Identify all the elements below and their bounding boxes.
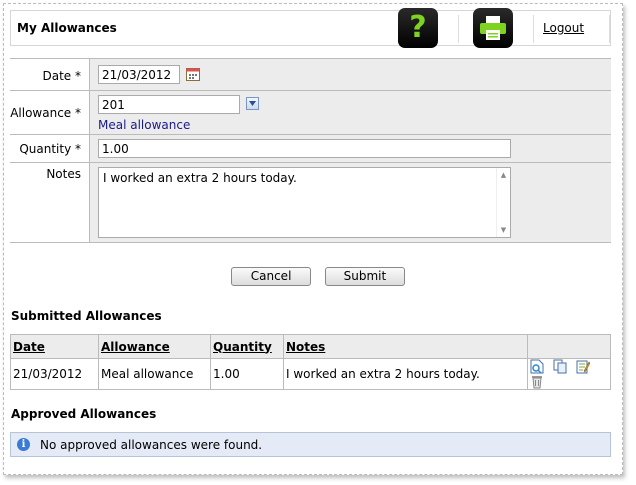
notes-textarea[interactable]: I worked an extra 2 hours today. ▲ ▼ — [98, 167, 511, 238]
help-question-icon: ? — [409, 10, 427, 45]
date-label: Date * — [10, 59, 90, 90]
notes-field-cell: I worked an extra 2 hours today. ▲ ▼ — [90, 163, 611, 242]
view-icon[interactable] — [530, 359, 544, 374]
cell-quantity: 1.00 — [210, 358, 284, 390]
chevron-down-icon — [249, 101, 256, 106]
cell-notes: I worked an extra 2 hours today. — [283, 358, 528, 390]
cell-allowance: Meal allowance — [98, 358, 211, 390]
header-divider — [533, 15, 534, 43]
column-header-quantity[interactable]: Quantity — [210, 334, 284, 359]
no-approved-message: i No approved allowances were found. — [10, 432, 611, 457]
notes-row: Notes I worked an extra 2 hours today. ▲… — [10, 163, 611, 243]
quantity-input[interactable] — [98, 139, 511, 158]
date-field-cell — [90, 59, 611, 90]
header-divider — [609, 15, 610, 43]
allowance-name-link[interactable]: Meal allowance — [98, 118, 190, 132]
form-buttons: Cancel Submit — [0, 267, 636, 286]
page-title: My Allowances — [17, 21, 117, 35]
column-header-actions — [527, 334, 611, 359]
date-row: Date * — [10, 59, 611, 91]
column-header-date[interactable]: Date — [10, 334, 99, 359]
submit-button[interactable]: Submit — [324, 267, 405, 286]
allowance-input[interactable] — [98, 95, 240, 114]
date-input[interactable] — [98, 65, 180, 84]
quantity-row: Quantity * — [10, 135, 611, 163]
quantity-field-cell — [90, 135, 611, 162]
allowance-field-cell: Meal allowance — [90, 91, 611, 134]
info-icon: i — [17, 438, 30, 451]
quantity-label: Quantity * — [10, 135, 90, 162]
allowance-row: Allowance * Meal allowance — [10, 91, 611, 135]
allowance-dropdown-button[interactable] — [246, 97, 259, 110]
allowance-form: Date * Allowance * Meal allowance Quanti… — [10, 58, 611, 243]
cell-date: 21/03/2012 — [10, 358, 99, 390]
notes-label: Notes — [10, 163, 90, 242]
notes-text: I worked an extra 2 hours today. — [103, 171, 297, 185]
edit-icon[interactable] — [576, 359, 590, 374]
notes-scrollbar[interactable]: ▲ ▼ — [496, 168, 510, 237]
column-header-notes[interactable]: Notes — [283, 334, 528, 359]
no-approved-text: No approved allowances were found. — [40, 437, 263, 452]
table-row: 21/03/2012 Meal allowance 1.00 I worked … — [10, 358, 611, 390]
cancel-button[interactable]: Cancel — [231, 267, 312, 286]
submitted-allowances-title: Submitted Allowances — [11, 309, 162, 323]
cell-actions — [527, 358, 611, 390]
table-header-row: Date Allowance Quantity Notes — [10, 334, 611, 359]
approved-allowances-title: Approved Allowances — [11, 407, 157, 421]
copy-icon[interactable] — [553, 359, 567, 374]
column-header-allowance[interactable]: Allowance — [98, 334, 211, 359]
submitted-allowances-table: Date Allowance Quantity Notes 21/03/2012… — [10, 334, 611, 390]
header-divider — [458, 15, 459, 43]
printer-icon — [480, 16, 506, 40]
page-header: My Allowances ? Logout — [10, 8, 611, 48]
allowance-label: Allowance * — [10, 91, 90, 134]
calendar-icon[interactable] — [186, 67, 200, 81]
help-button[interactable]: ? — [398, 8, 438, 48]
print-button[interactable] — [473, 8, 513, 48]
logout-link[interactable]: Logout — [543, 21, 584, 35]
delete-trash-icon[interactable] — [530, 374, 544, 389]
